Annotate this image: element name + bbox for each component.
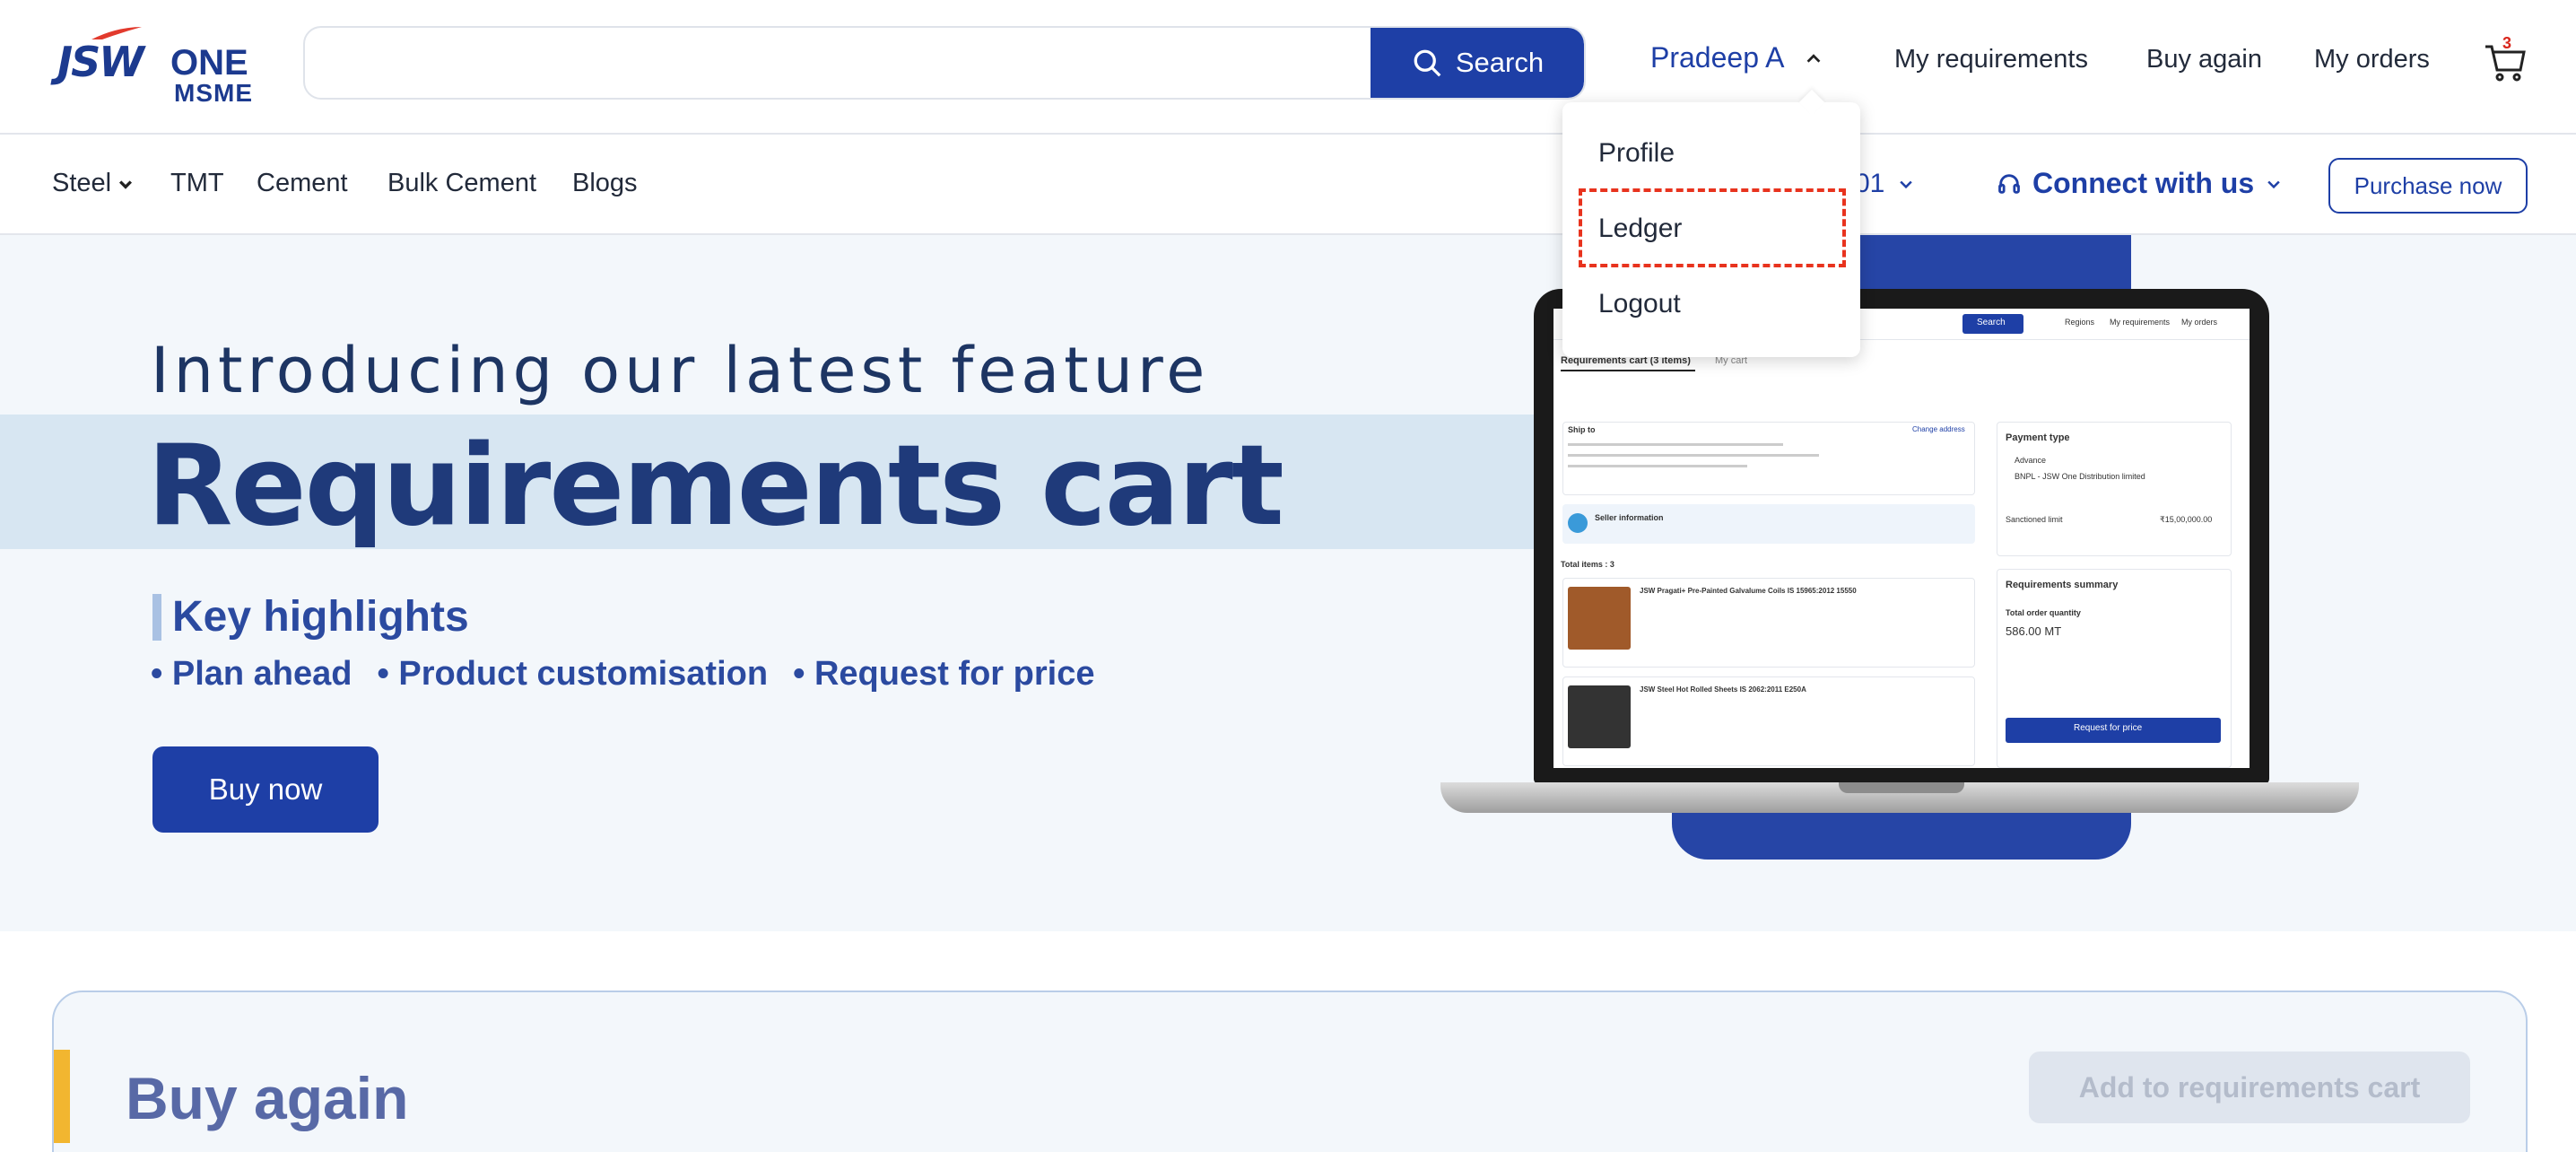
- mockup-total-items: Total items : 3: [1561, 560, 1614, 569]
- highlight-item: • Request for price: [793, 655, 1095, 693]
- dropdown-item-profile[interactable]: Profile: [1598, 138, 1675, 169]
- headset-icon: [1998, 173, 2020, 194]
- category-bar: Steel TMT Cement Bulk Cement Blogs 01 Co…: [0, 135, 2576, 235]
- mockup-total-qty-value: 586.00 MT: [2006, 624, 2062, 638]
- chevron-down-icon: [2267, 180, 2280, 188]
- chevron-down-icon: [119, 179, 133, 189]
- category-cement[interactable]: Cement: [257, 169, 348, 198]
- user-menu-toggle[interactable]: Pradeep A: [1650, 41, 1823, 74]
- mockup-search-btn: Search: [1977, 318, 2006, 327]
- mockup-payment-title: Payment type: [2006, 432, 2070, 443]
- nav-buy-again[interactable]: Buy again: [2146, 45, 2262, 74]
- mockup-total-qty-label: Total order quantity: [2006, 608, 2081, 617]
- mockup-nav-orders: My orders: [2181, 318, 2218, 327]
- logo-jsw-text: JSW: [57, 38, 144, 86]
- jsw-one-msme-logo[interactable]: JSW ONE MSME: [54, 25, 253, 107]
- nav-my-requirements[interactable]: My requirements: [1894, 45, 2088, 74]
- mockup-sanctioned-value: ₹15,00,000.00: [2160, 515, 2213, 524]
- chevron-up-icon: [1807, 53, 1821, 63]
- category-blogs[interactable]: Blogs: [572, 169, 638, 198]
- search-icon: [1414, 49, 1441, 77]
- hero-intro-text: Introducing our latest feature: [151, 334, 1210, 407]
- buy-again-accent-bar: [54, 1050, 70, 1143]
- search-button-label: Search: [1455, 47, 1545, 78]
- dropdown-item-ledger[interactable]: Ledger: [1598, 214, 1682, 244]
- category-bulk-cement[interactable]: Bulk Cement: [387, 169, 536, 198]
- highlight-item: • Product customisation: [377, 655, 769, 693]
- mockup-summary-title: Requirements summary: [2006, 580, 2119, 590]
- category-steel-label: Steel: [52, 169, 112, 197]
- location-selector[interactable]: 01: [1855, 169, 1915, 199]
- buy-again-title: Buy again: [126, 1065, 409, 1131]
- category-tmt[interactable]: TMT: [170, 169, 224, 198]
- add-to-requirements-cart-button[interactable]: Add to requirements cart: [2029, 1052, 2470, 1123]
- mockup-sanctioned: Sanctioned limit: [2006, 515, 2063, 524]
- connect-label: Connect with us: [2032, 167, 2255, 199]
- category-bulk-cement-label: Bulk Cement: [387, 169, 537, 197]
- nav-my-orders[interactable]: My orders: [2314, 45, 2430, 74]
- mockup-item-2: JSW Steel Hot Rolled Sheets IS 2062:2011…: [1640, 685, 1806, 694]
- user-dropdown-menu: Profile Ledger Logout: [1562, 102, 1860, 357]
- category-steel[interactable]: Steel: [52, 169, 135, 198]
- purchase-now-button[interactable]: Purchase now: [2328, 158, 2528, 214]
- category-tmt-label: TMT: [170, 169, 224, 197]
- logo-one-text: ONE: [170, 43, 248, 83]
- mockup-change-address: Change address: [1912, 425, 1965, 433]
- mockup-nav-reqs: My requirements: [2110, 318, 2171, 327]
- highlights-accent-bar: [152, 594, 161, 641]
- dropdown-item-logout[interactable]: Logout: [1598, 289, 1681, 319]
- laptop-screen-content: Search Regions My requirements My orders…: [1553, 309, 2250, 768]
- search-bar: Search: [303, 26, 1586, 100]
- chevron-down-icon: [1900, 180, 1913, 189]
- category-cement-label: Cement: [257, 169, 348, 197]
- mockup-payment-opt1: Advance: [2015, 456, 2047, 465]
- mockup-item-1: JSW Pragati+ Pre-Painted Galvalume Coils…: [1640, 587, 1857, 595]
- mockup-ship-to: Ship to: [1568, 425, 1596, 434]
- highlights-title: Key highlights: [172, 593, 469, 641]
- mockup-request-btn: Request for price: [2074, 723, 2143, 733]
- category-blogs-label: Blogs: [572, 169, 638, 197]
- buy-now-button[interactable]: Buy now: [152, 746, 379, 833]
- cart-button[interactable]: 3: [2483, 34, 2528, 84]
- top-header: JSW ONE MSME Search Pradeep A My require…: [0, 0, 2576, 135]
- user-name: Pradeep A: [1650, 41, 1785, 74]
- highlights-list: • Plan ahead • Product customisation • R…: [151, 655, 1094, 694]
- laptop-mockup-image: Search Regions My requirements My orders…: [1354, 235, 2449, 863]
- connect-with-us[interactable]: Connect with us: [1997, 167, 2283, 200]
- laptop-screen: Search Regions My requirements My orders…: [1534, 289, 2269, 784]
- hero-title: Requirements cart: [147, 422, 1284, 551]
- laptop-notch: [1839, 782, 1964, 793]
- hero-banner: Introducing our latest feature Requireme…: [0, 235, 2576, 931]
- search-input[interactable]: [305, 28, 1372, 98]
- buy-again-section: Buy again Add to requirements cart: [52, 991, 2528, 1152]
- mockup-payment-opt2: BNPL - JSW One Distribution limited: [2015, 472, 2145, 481]
- mockup-nav-regions: Regions: [2065, 318, 2095, 327]
- mockup-seller-info: Seller information: [1595, 513, 1664, 522]
- search-button[interactable]: Search: [1371, 28, 1584, 98]
- highlight-item: • Plan ahead: [151, 655, 352, 693]
- logo-msme-text: MSME: [174, 79, 253, 107]
- cart-count-badge: 3: [2502, 34, 2512, 52]
- mockup-blue-block-bottom: [1672, 809, 2131, 860]
